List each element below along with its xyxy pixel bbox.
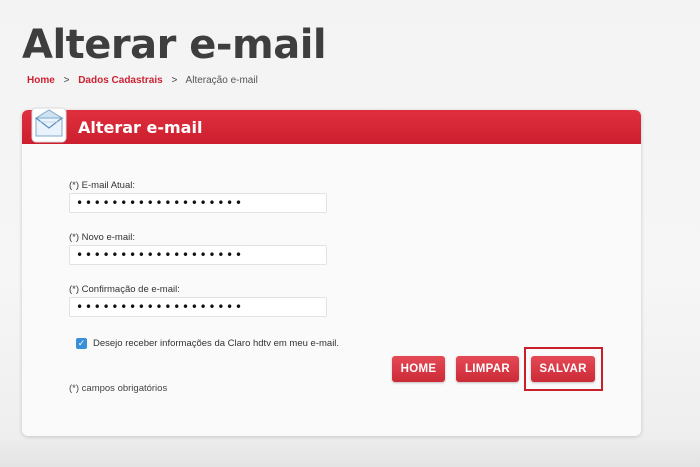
required-fields-note: (*) campos obrigatórios (69, 383, 168, 394)
breadcrumb-home-link[interactable]: Home (27, 75, 55, 86)
page-footer-area (0, 440, 700, 467)
confirm-email-field[interactable]: ••••••••••••••••••• (69, 297, 327, 317)
breadcrumb-current: Alteração e-mail (185, 75, 258, 86)
envelope-icon (31, 107, 67, 143)
new-email-label: (*) Novo e-mail: (69, 232, 135, 243)
current-email-label: (*) E-mail Atual: (69, 180, 135, 191)
save-button-highlight (524, 347, 603, 391)
new-email-field[interactable]: ••••••••••••••••••• (69, 245, 327, 265)
page-title: Alterar e-mail (22, 22, 327, 68)
clear-button[interactable]: LIMPAR (456, 356, 519, 382)
breadcrumb-separator: > (171, 75, 178, 86)
breadcrumb: Home > Dados Cadastrais > Alteração e-ma… (27, 75, 258, 86)
panel-header: Alterar e-mail (22, 110, 641, 144)
panel-title: Alterar e-mail (78, 118, 203, 137)
breadcrumb-separator: > (63, 75, 70, 86)
checkmark-icon: ✓ (77, 338, 86, 348)
current-email-field[interactable]: ••••••••••••••••••• (69, 193, 327, 213)
breadcrumb-dados-cadastrais-link[interactable]: Dados Cadastrais (78, 75, 162, 86)
newsletter-checkbox-label: Desejo receber informações da Claro hdtv… (93, 338, 340, 349)
home-button[interactable]: HOME (392, 356, 445, 382)
confirm-email-label: (*) Confirmação de e-mail: (69, 284, 180, 295)
newsletter-checkbox[interactable]: ✓ (76, 338, 87, 349)
